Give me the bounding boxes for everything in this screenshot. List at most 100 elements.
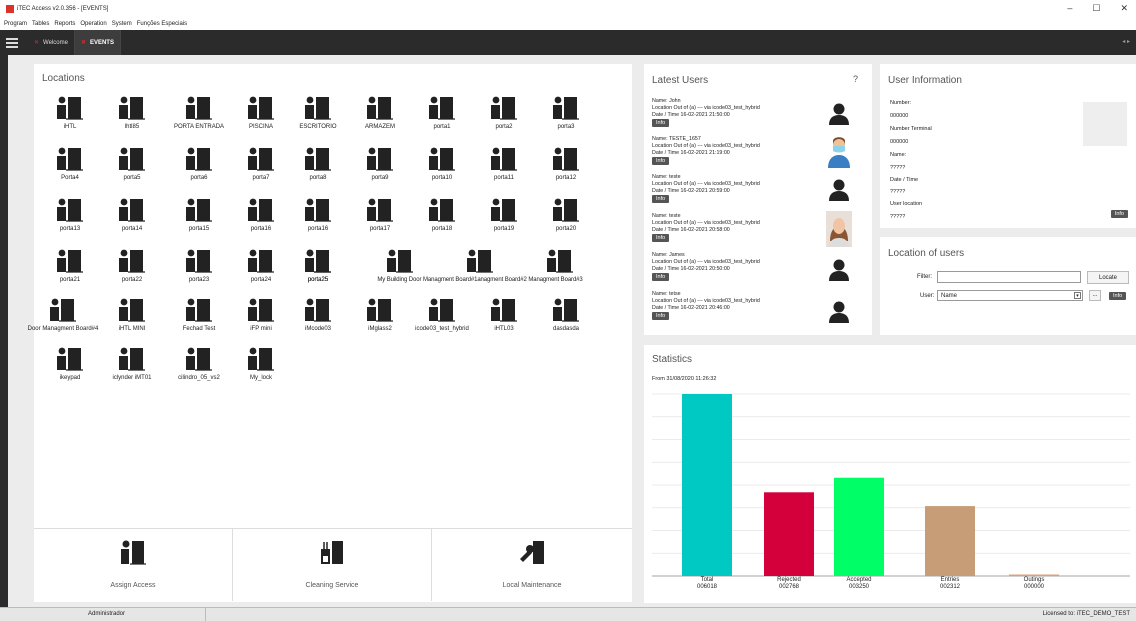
filter-input[interactable] xyxy=(937,271,1081,283)
location-item[interactable]: porta5 xyxy=(102,147,162,181)
menu-funcoes-especiais[interactable]: Funções Especiais xyxy=(137,21,187,27)
location-item[interactable]: porta2 xyxy=(474,96,534,130)
user-location-value: ????? xyxy=(890,214,906,220)
location-item[interactable]: PORTA ENTRADA xyxy=(169,96,229,130)
location-label: iclynder iMT01 xyxy=(112,375,152,381)
user-photo-placeholder xyxy=(1083,102,1127,146)
ellipsis-button[interactable]: ... xyxy=(1089,290,1101,301)
location-item[interactable]: My Building Door Managment Board#1anagme… xyxy=(360,249,600,283)
door-icon xyxy=(305,96,331,120)
locate-button[interactable]: Locate xyxy=(1087,271,1129,284)
location-item[interactable]: lhtl85 xyxy=(102,96,162,130)
location-item[interactable]: porta7 xyxy=(231,147,291,181)
menu-operation[interactable]: Operation xyxy=(80,21,106,27)
help-icon[interactable]: ? xyxy=(853,74,858,84)
location-item[interactable]: porta25 xyxy=(288,249,348,283)
close-tab-icon[interactable]: ✕ xyxy=(34,39,39,46)
location-label: iMglass2 xyxy=(368,326,392,332)
hamburger-menu-icon[interactable] xyxy=(4,37,20,49)
location-item[interactable]: My_lock xyxy=(231,347,291,381)
door-icon xyxy=(248,198,274,222)
location-item[interactable]: dasdasda xyxy=(536,298,596,332)
location-item[interactable]: porta14 xyxy=(102,198,162,232)
location-item[interactable]: porta19 xyxy=(474,198,534,232)
location-item[interactable]: porta1 xyxy=(412,96,472,130)
close-tab-icon[interactable]: ✕ xyxy=(81,39,86,46)
info-button[interactable]: Info xyxy=(652,119,670,127)
tab-events[interactable]: ✕ EVENTS xyxy=(74,30,121,55)
location-item[interactable]: iclynder iMT01 xyxy=(102,347,162,381)
filter-label: Filter: xyxy=(917,274,932,280)
location-item[interactable]: cilindro_05_vs2 xyxy=(169,347,229,381)
location-item[interactable]: porta23 xyxy=(169,249,229,283)
bar-outings xyxy=(1009,574,1059,576)
location-item[interactable]: porta22 xyxy=(102,249,162,283)
location-item[interactable]: porta21 xyxy=(40,249,100,283)
location-item[interactable]: ARMAZEM xyxy=(350,96,410,130)
door-icon xyxy=(429,298,455,322)
number-label: Number: xyxy=(890,100,912,106)
tab-scroll-arrows[interactable]: ◂ ▸ xyxy=(1122,38,1130,45)
location-item[interactable]: ikeypad xyxy=(40,347,100,381)
menu-reports[interactable]: Reports xyxy=(54,21,75,27)
user-select[interactable]: Name ▾ xyxy=(937,290,1083,301)
location-item[interactable]: porta11 xyxy=(474,147,534,181)
info-button[interactable]: Info xyxy=(652,234,670,242)
location-item[interactable]: porta24 xyxy=(231,249,291,283)
location-item[interactable]: porta3 xyxy=(536,96,596,130)
door-icon xyxy=(186,147,212,171)
location-item[interactable]: ESCRITORIO xyxy=(288,96,348,130)
location-item[interactable]: iHTL xyxy=(40,96,100,130)
location-item[interactable]: porta16 xyxy=(288,198,348,232)
chevron-down-icon[interactable]: ▾ xyxy=(1074,292,1081,299)
location-item[interactable]: porta9 xyxy=(350,147,410,181)
info-button[interactable]: Info xyxy=(652,273,670,281)
location-item[interactable]: porta18 xyxy=(412,198,472,232)
location-item[interactable]: porta13 xyxy=(40,198,100,232)
tab-welcome[interactable]: ✕ Welcome xyxy=(28,30,75,55)
location-item[interactable]: icode03_test_hybrid xyxy=(412,298,472,332)
menu-tables[interactable]: Tables xyxy=(32,21,49,27)
location-label: porta16 xyxy=(307,226,329,232)
location-item[interactable]: iFP mini xyxy=(231,298,291,332)
user-datetime: Date / Time 16-02-2021 20:46:00 xyxy=(652,305,730,311)
location-item[interactable]: porta12 xyxy=(536,147,596,181)
location-item[interactable]: porta6 xyxy=(169,147,229,181)
location-info-button[interactable]: Info xyxy=(1109,292,1127,300)
info-button[interactable]: Info xyxy=(652,157,670,165)
door-icon xyxy=(429,198,455,222)
minimize-button[interactable]: – xyxy=(1067,3,1072,14)
location-item[interactable]: porta8 xyxy=(288,147,348,181)
user-name: Name: teste xyxy=(652,213,681,219)
location-item[interactable]: iMglass2 xyxy=(350,298,410,332)
location-label: cilindro_05_vs2 xyxy=(178,375,220,381)
menu-program[interactable]: Program xyxy=(4,21,27,27)
info-button[interactable]: Info xyxy=(652,195,670,203)
location-item[interactable]: porta10 xyxy=(412,147,472,181)
info-button[interactable]: Info xyxy=(652,312,670,320)
location-item[interactable]: Porta4 xyxy=(40,147,100,181)
chart-category-label: Accepted 003250 xyxy=(846,577,872,590)
location-item[interactable]: PISCINA xyxy=(231,96,291,130)
door-icon xyxy=(491,96,517,120)
user-info-button[interactable]: Info xyxy=(1110,210,1128,218)
cleaning-service-button[interactable]: Cleaning Service xyxy=(233,528,432,601)
menu-system[interactable]: System xyxy=(112,21,132,27)
location-label: Fechad Test xyxy=(182,326,216,332)
assign-access-button[interactable]: Assign Access xyxy=(34,528,233,601)
location-item[interactable]: iHTL MINI xyxy=(102,298,162,332)
user-location: Location Out of (a) --- via icode03_test… xyxy=(652,259,760,265)
location-item[interactable]: iMcode03 xyxy=(288,298,348,332)
location-item[interactable]: Fechad Test xyxy=(169,298,229,332)
location-item[interactable]: Door Managment Board#4 xyxy=(22,298,104,332)
location-item[interactable]: porta17 xyxy=(350,198,410,232)
number-terminal-label: Number Terminal xyxy=(890,126,932,132)
location-item[interactable]: porta20 xyxy=(536,198,596,232)
close-button[interactable]: ✕ xyxy=(1120,3,1128,14)
local-maintenance-button[interactable]: Local Maintenance xyxy=(432,528,632,601)
maximize-button[interactable]: ☐ xyxy=(1092,3,1100,14)
location-item[interactable]: porta15 xyxy=(169,198,229,232)
door-icon xyxy=(429,147,455,171)
location-item[interactable]: iHTL03 xyxy=(474,298,534,332)
location-item[interactable]: porta16 xyxy=(231,198,291,232)
